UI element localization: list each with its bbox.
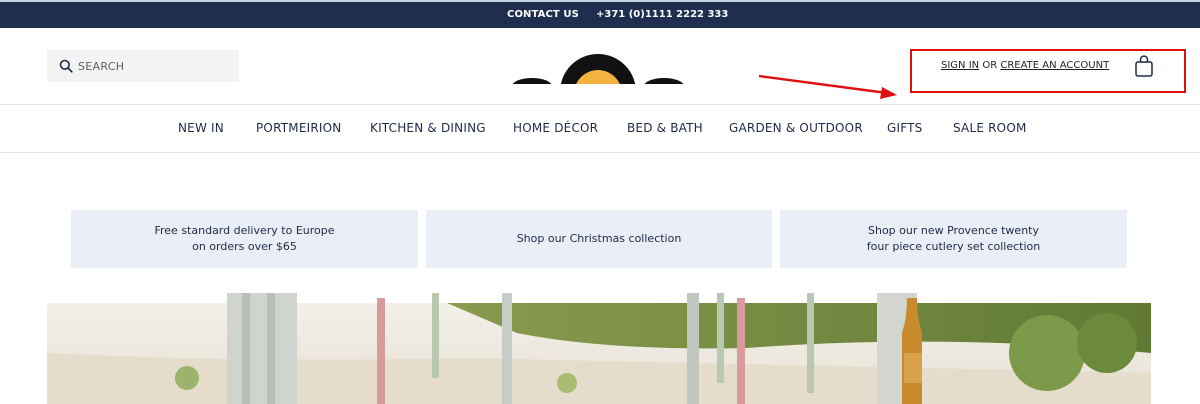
account-links: SIGN IN OR CREATE AN ACCOUNT <box>941 60 1109 71</box>
promo-delivery-text: Free standard delivery to Europe on orde… <box>154 224 335 253</box>
promo-cutlery-text: Shop our new Provence twenty four piece … <box>866 224 1041 253</box>
nav-item-garden-outdoor[interactable]: GARDEN & OUTDOOR <box>729 121 863 135</box>
search-input[interactable] <box>78 50 233 82</box>
promo-cutlery[interactable]: Shop our new Provence twenty four piece … <box>780 210 1127 268</box>
nav-item-sale-room[interactable]: SALE ROOM <box>953 121 1027 135</box>
annotation-arrow <box>758 74 897 99</box>
hero-image[interactable] <box>47 293 1151 404</box>
promo-delivery[interactable]: Free standard delivery to Europe on orde… <box>71 210 418 268</box>
top-bar: CONTACT US +371 (0)1111 2222 333 <box>0 0 1200 28</box>
or-separator: OR <box>982 60 998 71</box>
nav-item-kitchen-dining[interactable]: KITCHEN & DINING <box>370 121 486 135</box>
main-navigation: NEW IN PORTMEIRION KITCHEN & DINING HOME… <box>0 105 1200 153</box>
search-icon <box>59 59 73 73</box>
nav-item-home-decor[interactable]: HOME DÉCOR <box>513 121 598 135</box>
create-account-link[interactable]: CREATE AN ACCOUNT <box>1000 60 1109 71</box>
shopping-bag-icon[interactable] <box>1134 55 1154 77</box>
promo-christmas[interactable]: Shop our Christmas collection <box>426 210 772 268</box>
nav-item-bed-bath[interactable]: BED & BATH <box>627 121 703 135</box>
sign-in-link[interactable]: SIGN IN <box>941 60 979 71</box>
nav-item-new-in[interactable]: NEW IN <box>178 121 224 135</box>
site-logo[interactable] <box>512 54 684 84</box>
promo-christmas-text: Shop our Christmas collection <box>516 232 682 245</box>
nav-item-portmeirion[interactable]: PORTMEIRION <box>256 121 341 135</box>
site-header: SIGN IN OR CREATE AN ACCOUNT <box>0 28 1200 105</box>
phone-number[interactable]: +371 (0)1111 2222 333 <box>596 9 728 20</box>
contact-us-link[interactable]: CONTACT US <box>507 9 579 20</box>
nav-item-gifts[interactable]: GIFTS <box>887 121 922 135</box>
search-box[interactable] <box>47 50 239 82</box>
